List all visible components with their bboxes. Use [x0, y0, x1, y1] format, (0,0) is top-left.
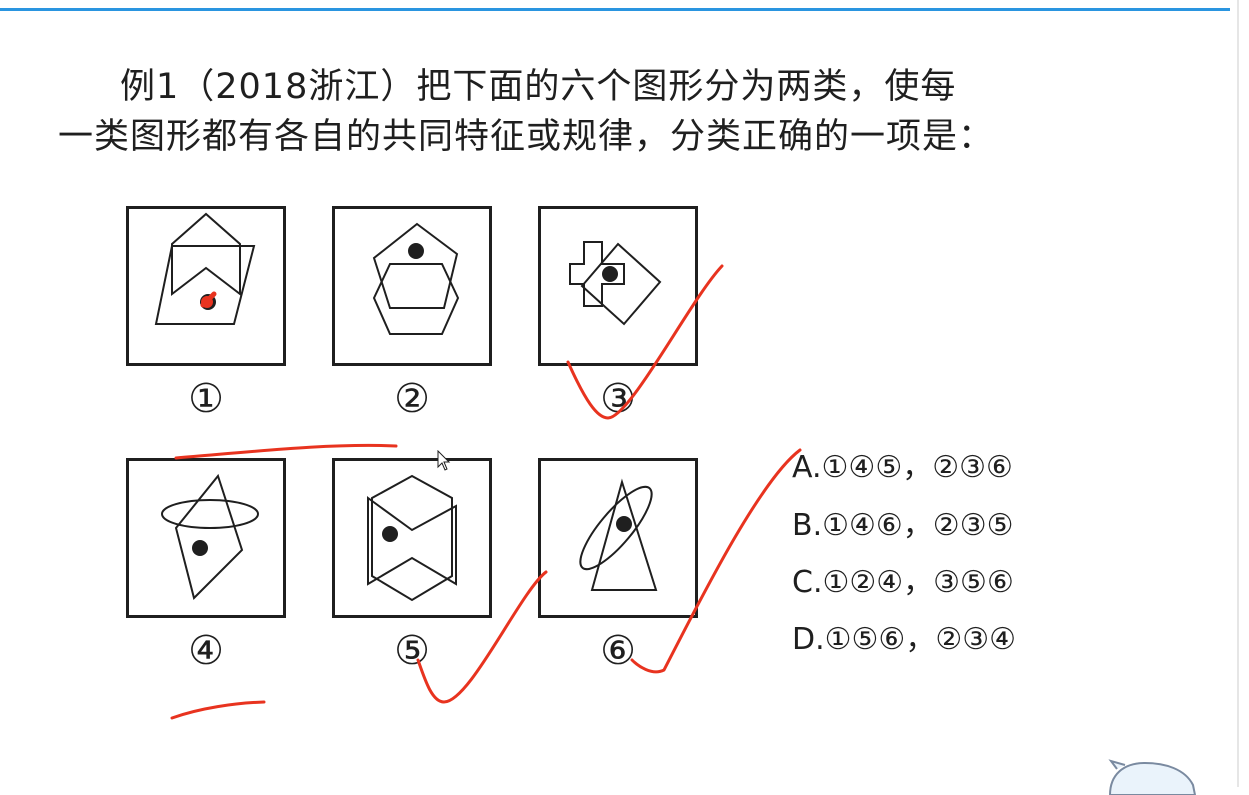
- option-d[interactable]: D.①⑤⑥，②③④: [792, 614, 1016, 658]
- figure-label-3: ③: [600, 376, 636, 422]
- question-line-2: 一类图形都有各自的共同特征或规律，分类正确的一项是：: [58, 117, 995, 157]
- figure-1: [126, 206, 286, 366]
- ink-underline-figure-4: [170, 700, 266, 720]
- figure-6: [538, 458, 698, 618]
- avatar-mascot-icon: [1108, 759, 1197, 795]
- mouse-cursor-icon: [437, 450, 451, 471]
- figure-label-2: ②: [394, 376, 430, 422]
- figure-label-1: ①: [188, 376, 224, 422]
- figure-5: [332, 458, 492, 618]
- top-toolbar-strip: [0, 0, 1230, 11]
- figure-3: [538, 206, 698, 366]
- figure-2: [332, 206, 492, 366]
- ink-underline-row-1: [174, 443, 398, 460]
- question-line-1: 例1（2018浙江）把下面的六个图形分为两类，使每: [120, 67, 957, 107]
- figure-label-6: ⑥: [600, 628, 636, 674]
- option-c[interactable]: C.①②④，③⑤⑥: [792, 557, 1014, 601]
- window-edge: [1237, 0, 1239, 787]
- option-b[interactable]: B.①④⑥，②③⑤: [792, 500, 1013, 544]
- figure-label-5: ⑤: [394, 628, 430, 674]
- figure-label-4: ④: [188, 628, 224, 674]
- option-a[interactable]: A.①④⑤，②③⑥: [792, 442, 1013, 486]
- figure-4: [126, 458, 286, 618]
